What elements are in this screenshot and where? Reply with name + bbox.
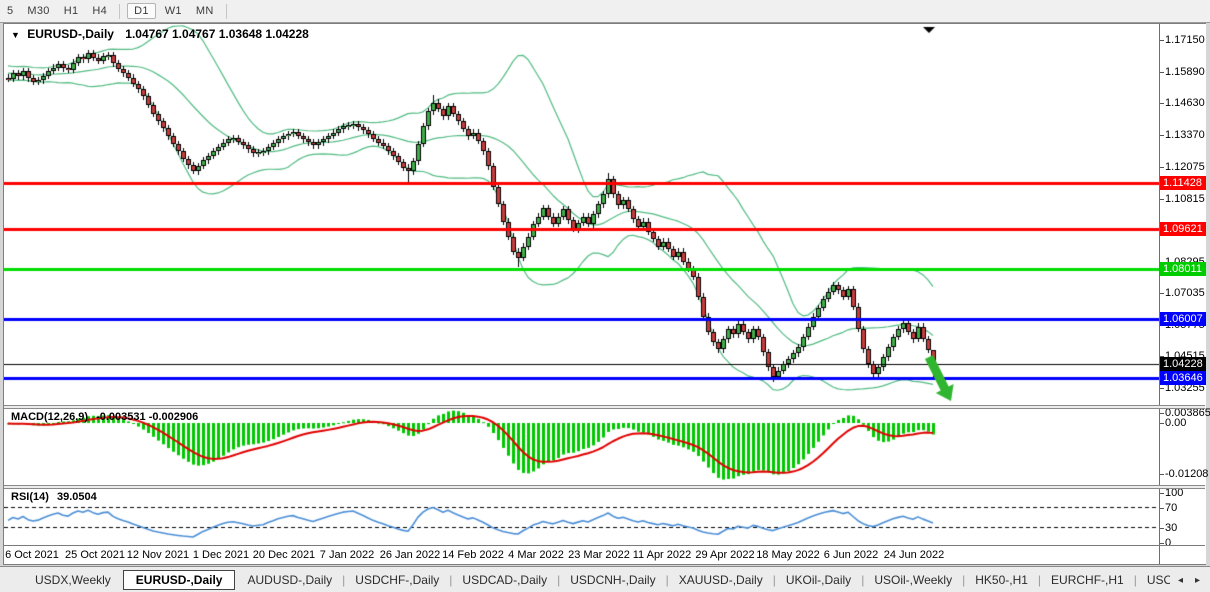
tab-usdcad-daily[interactable]: USDCAD-,Daily xyxy=(453,570,556,590)
rsi-scale-label: 70 xyxy=(1165,502,1177,514)
price-line-badge: 1.09621 xyxy=(1160,222,1206,236)
chart-tab-bar: USDX,WeeklyEURUSD-,DailyAUDUSD-,Daily|US… xyxy=(0,566,1210,592)
time-axis-label: 24 Jun 2022 xyxy=(877,549,951,561)
timeframe-button-5[interactable]: 5 xyxy=(0,3,20,19)
symbol-dropdown-icon: ▼ xyxy=(11,30,20,40)
price-tick-label: 1.12075 xyxy=(1165,161,1205,173)
tab-ukoil-daily[interactable]: UKOil-,Daily xyxy=(777,570,860,590)
rsi-scale-label: 0 xyxy=(1165,537,1171,549)
pane-separator-rsi[interactable] xyxy=(4,485,1205,489)
price-line-badge: 1.08011 xyxy=(1160,262,1206,276)
price-line-badge: 1.04228 xyxy=(1160,357,1206,371)
timeframe-button-h4[interactable]: H4 xyxy=(85,3,114,19)
pane-separator-macd[interactable] xyxy=(4,405,1205,409)
tab-usdchf-daily[interactable]: USDCHF-,Daily xyxy=(346,570,448,590)
toolbar-separator xyxy=(226,4,227,19)
timeframe-button-w1[interactable]: W1 xyxy=(158,3,189,19)
price-line-badge: 1.03646 xyxy=(1160,371,1206,385)
rsi-label: RSI(14) 39.0504 xyxy=(11,491,97,503)
price-line-badge: 1.06007 xyxy=(1160,312,1206,326)
price-tick-label: 1.17150 xyxy=(1165,34,1205,46)
macd-scale-label: -0.01208 xyxy=(1165,468,1208,480)
tab-eurusd-daily[interactable]: EURUSD-,Daily xyxy=(123,570,236,590)
timeframe-button-h1[interactable]: H1 xyxy=(57,3,86,19)
price-tick-label: 1.15890 xyxy=(1165,66,1205,78)
chart-window: ▼ EURUSD-,Daily 1.04767 1.04767 1.03648 … xyxy=(3,23,1206,565)
tab-usdx-weekly[interactable]: USDX,Weekly xyxy=(26,570,120,590)
time-axis-separator xyxy=(4,545,1205,546)
tab-usoil-weekly[interactable]: USOil-,Weekly xyxy=(865,570,961,590)
tab-audusd-daily[interactable]: AUDUSD-,Daily xyxy=(238,570,341,590)
tab-eurchf-h1[interactable]: EURCHF-,H1 xyxy=(1042,570,1133,590)
price-tick-label: 1.10815 xyxy=(1165,193,1205,205)
macd-scale-label: 0.00 xyxy=(1165,417,1186,429)
trading-terminal: 5M30H1H4 D1W1MN ▼ EURUSD-,Daily 1.04767 1… xyxy=(0,0,1210,592)
tab-scroll-left-icon[interactable]: ◂ xyxy=(1172,575,1189,586)
tab-scroll-right-icon[interactable]: ▸ xyxy=(1189,575,1206,586)
rsi-pane-canvas[interactable] xyxy=(4,489,1159,545)
tab-hk50-h1[interactable]: HK50-,H1 xyxy=(966,570,1037,590)
timeframe-button-mn[interactable]: MN xyxy=(189,3,221,19)
chart-title: ▼ EURUSD-,Daily 1.04767 1.04767 1.03648 … xyxy=(11,27,309,41)
chart-symbol-label: EURUSD-,Daily xyxy=(27,27,114,41)
price-scale[interactable]: 1.17150 1.15890 1.14630 1.13370 1.12075 1.108… xyxy=(1159,24,1206,564)
time-axis[interactable]: 6 Oct 202125 Oct 202112 Nov 20211 Dec 20… xyxy=(4,546,1159,564)
timeframe-button-d1[interactable]: D1 xyxy=(127,3,156,19)
tab-scroll-arrows: ◂▸ xyxy=(1170,567,1208,592)
main-chart-canvas[interactable] xyxy=(4,24,1159,405)
tab-usdcnh-daily[interactable]: USDCNH-,Daily xyxy=(561,570,664,590)
timeframe-button-m30[interactable]: M30 xyxy=(20,3,56,19)
price-tick-label: 1.07035 xyxy=(1165,287,1205,299)
price-tick-label: 1.14630 xyxy=(1165,97,1205,109)
macd-label: MACD(12,26,9) -0.003531 -0.002906 xyxy=(11,411,198,423)
timeframe-toolbar: 5M30H1H4 D1W1MN xyxy=(0,0,1210,23)
chart-ohlc-values: 1.04767 1.04767 1.03648 1.04228 xyxy=(125,27,309,41)
price-line-badge: 1.11428 xyxy=(1160,176,1206,190)
toolbar-separator xyxy=(119,4,120,19)
tab-xauusd-daily[interactable]: XAUUSD-,Daily xyxy=(670,570,772,590)
price-tick-label: 1.13370 xyxy=(1165,129,1205,141)
rsi-scale-label: 30 xyxy=(1165,522,1177,534)
